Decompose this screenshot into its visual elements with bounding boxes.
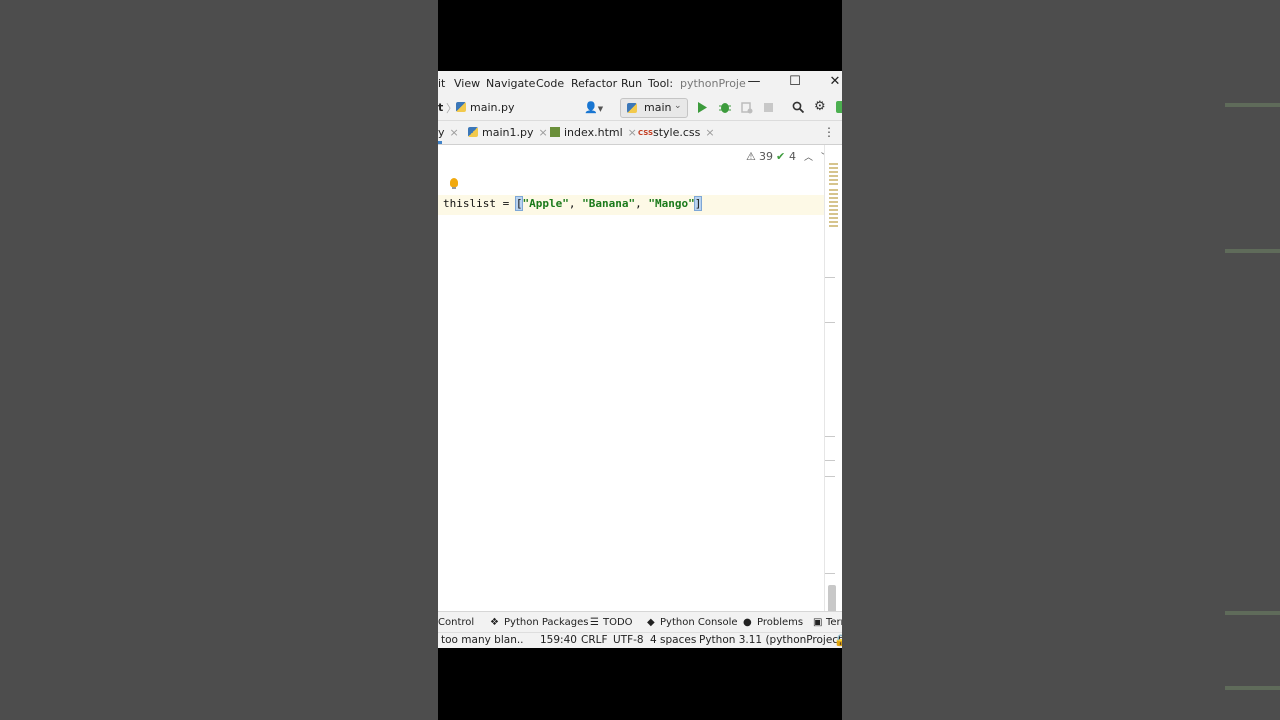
menu-code[interactable]: Code (536, 77, 564, 90)
python-console-icon[interactable]: ◆ (647, 617, 655, 628)
code-line[interactable]: thislist = ["Apple", "Banana", "Mango"] (443, 196, 703, 211)
lock-icon[interactable]: 🔓 (834, 634, 842, 647)
gear-icon[interactable]: ⚙ (814, 99, 826, 114)
html-file-icon (550, 127, 560, 137)
menu-tools[interactable]: Tool: (648, 77, 673, 90)
coverage-icon[interactable] (741, 102, 753, 114)
list-icon[interactable]: ☰ (590, 617, 599, 628)
menu-view[interactable]: View (454, 77, 480, 90)
side-dash (1225, 249, 1280, 253)
problems-icon[interactable]: ● (743, 617, 752, 628)
python-interpreter[interactable]: Python 3.11 (pythonProject) (699, 634, 842, 646)
chevron-down-icon: ⌄ (674, 101, 682, 111)
menu-bar: it View Navigate Code Refactor Run Tool:… (438, 71, 842, 96)
warning-count[interactable]: 39 (759, 150, 773, 163)
toolbar: t 〉 main.py 👤▼ main ⌄ ⚙ (438, 96, 842, 121)
check-icon[interactable]: ✔ (776, 150, 785, 163)
chevron-up-icon[interactable]: ︿ (804, 150, 813, 163)
tab-main-py[interactable]: y × (438, 126, 459, 139)
tool-window-bar: Control ❖ Python Packages ☰ TODO ◆ Pytho… (438, 611, 842, 632)
tool-version-control[interactable]: Control (438, 617, 474, 628)
error-stripe[interactable] (824, 145, 842, 635)
editor-tabs: y × main1.py × index.html × CSSstyle.css × ⋮ (438, 121, 842, 145)
close-icon[interactable]: × (705, 126, 714, 139)
debug-icon[interactable] (719, 101, 731, 114)
layers-icon[interactable]: ❖ (490, 617, 499, 628)
tab-label: main1.py (482, 126, 534, 139)
side-dash (1225, 611, 1280, 615)
side-dash (1225, 686, 1280, 690)
stop-icon[interactable] (764, 103, 774, 113)
python-icon (627, 103, 637, 113)
search-icon[interactable] (792, 101, 804, 113)
lightbulb-icon[interactable] (450, 178, 458, 189)
menu-refactor[interactable]: Refactor (571, 77, 617, 90)
project-title: pythonProjе (680, 77, 746, 90)
file-encoding[interactable]: UTF-8 (613, 634, 644, 646)
tab-label: style.css (653, 126, 701, 139)
run-config-select[interactable]: main ⌄ (620, 98, 688, 118)
tab-style-css[interactable]: CSSstyle.css × (638, 126, 715, 139)
python-file-icon (468, 127, 478, 137)
breadcrumb-project[interactable]: t (438, 101, 443, 114)
code-text: , (568, 197, 583, 210)
ide-window: it View Navigate Code Refactor Run Tool:… (438, 71, 842, 648)
close-icon[interactable]: × (538, 126, 547, 139)
left-background (0, 0, 438, 720)
tool-python-console[interactable]: Python Console (660, 617, 738, 628)
minimize-button[interactable]: — (744, 74, 764, 92)
tool-problems[interactable]: Problems (757, 617, 803, 628)
tool-terminal[interactable]: Term (826, 617, 842, 628)
terminal-icon[interactable]: ▣ (813, 617, 822, 628)
more-tabs-icon[interactable]: ⋮ (823, 125, 835, 139)
status-bar: too many blan.. 159:40 CRLF UTF-8 4 spac… (438, 632, 842, 648)
string-literal: "Mango" (648, 197, 695, 210)
active-tab-indicator (438, 141, 442, 144)
string-literal: "Apple" (522, 197, 569, 210)
tab-label: y (438, 126, 445, 139)
bracket-close: ] (693, 196, 703, 211)
code-editor[interactable]: ⚠ 39 ✔ 4 ︿ ﹀ thislist = ["Apple", "Banan… (438, 145, 842, 635)
code-text: , (635, 197, 649, 210)
tab-main1-py[interactable]: main1.py × (468, 126, 548, 139)
tool-todo[interactable]: TODO (603, 617, 633, 628)
tool-python-packages[interactable]: Python Packages (504, 617, 589, 628)
user-icon[interactable]: 👤▼ (584, 101, 603, 114)
css-file-icon: CSS (638, 129, 654, 137)
close-icon[interactable]: × (450, 126, 459, 139)
side-dash (1225, 103, 1280, 107)
warning-icon[interactable]: ⚠ (746, 150, 756, 163)
video-frame: it View Navigate Code Refactor Run Tool:… (438, 0, 842, 720)
line-separator[interactable]: CRLF (581, 634, 608, 646)
python-file-icon (456, 102, 466, 112)
run-config-label: main (644, 101, 672, 114)
caret-position[interactable]: 159:40 (540, 634, 577, 646)
string-literal: "Banana" (582, 197, 636, 210)
plugin-icon[interactable] (836, 101, 842, 113)
menu-edit[interactable]: it (438, 77, 445, 90)
tab-index-html[interactable]: index.html × (550, 126, 637, 139)
breadcrumb-file[interactable]: main.py (470, 101, 514, 114)
tab-label: index.html (564, 126, 623, 139)
code-text: thislist = (443, 197, 516, 210)
menu-run[interactable]: Run (621, 77, 642, 90)
weak-warning-count[interactable]: 4 (789, 150, 796, 163)
maximize-button[interactable]: ☐ (785, 74, 805, 92)
right-background (842, 0, 1280, 720)
close-window-button[interactable]: ✕ (825, 74, 842, 92)
menu-navigate[interactable]: Navigate (486, 77, 535, 90)
indent-setting[interactable]: 4 spaces (650, 634, 696, 646)
close-icon[interactable]: × (628, 126, 637, 139)
run-icon[interactable] (697, 102, 707, 113)
status-message[interactable]: too many blan.. (441, 634, 524, 646)
